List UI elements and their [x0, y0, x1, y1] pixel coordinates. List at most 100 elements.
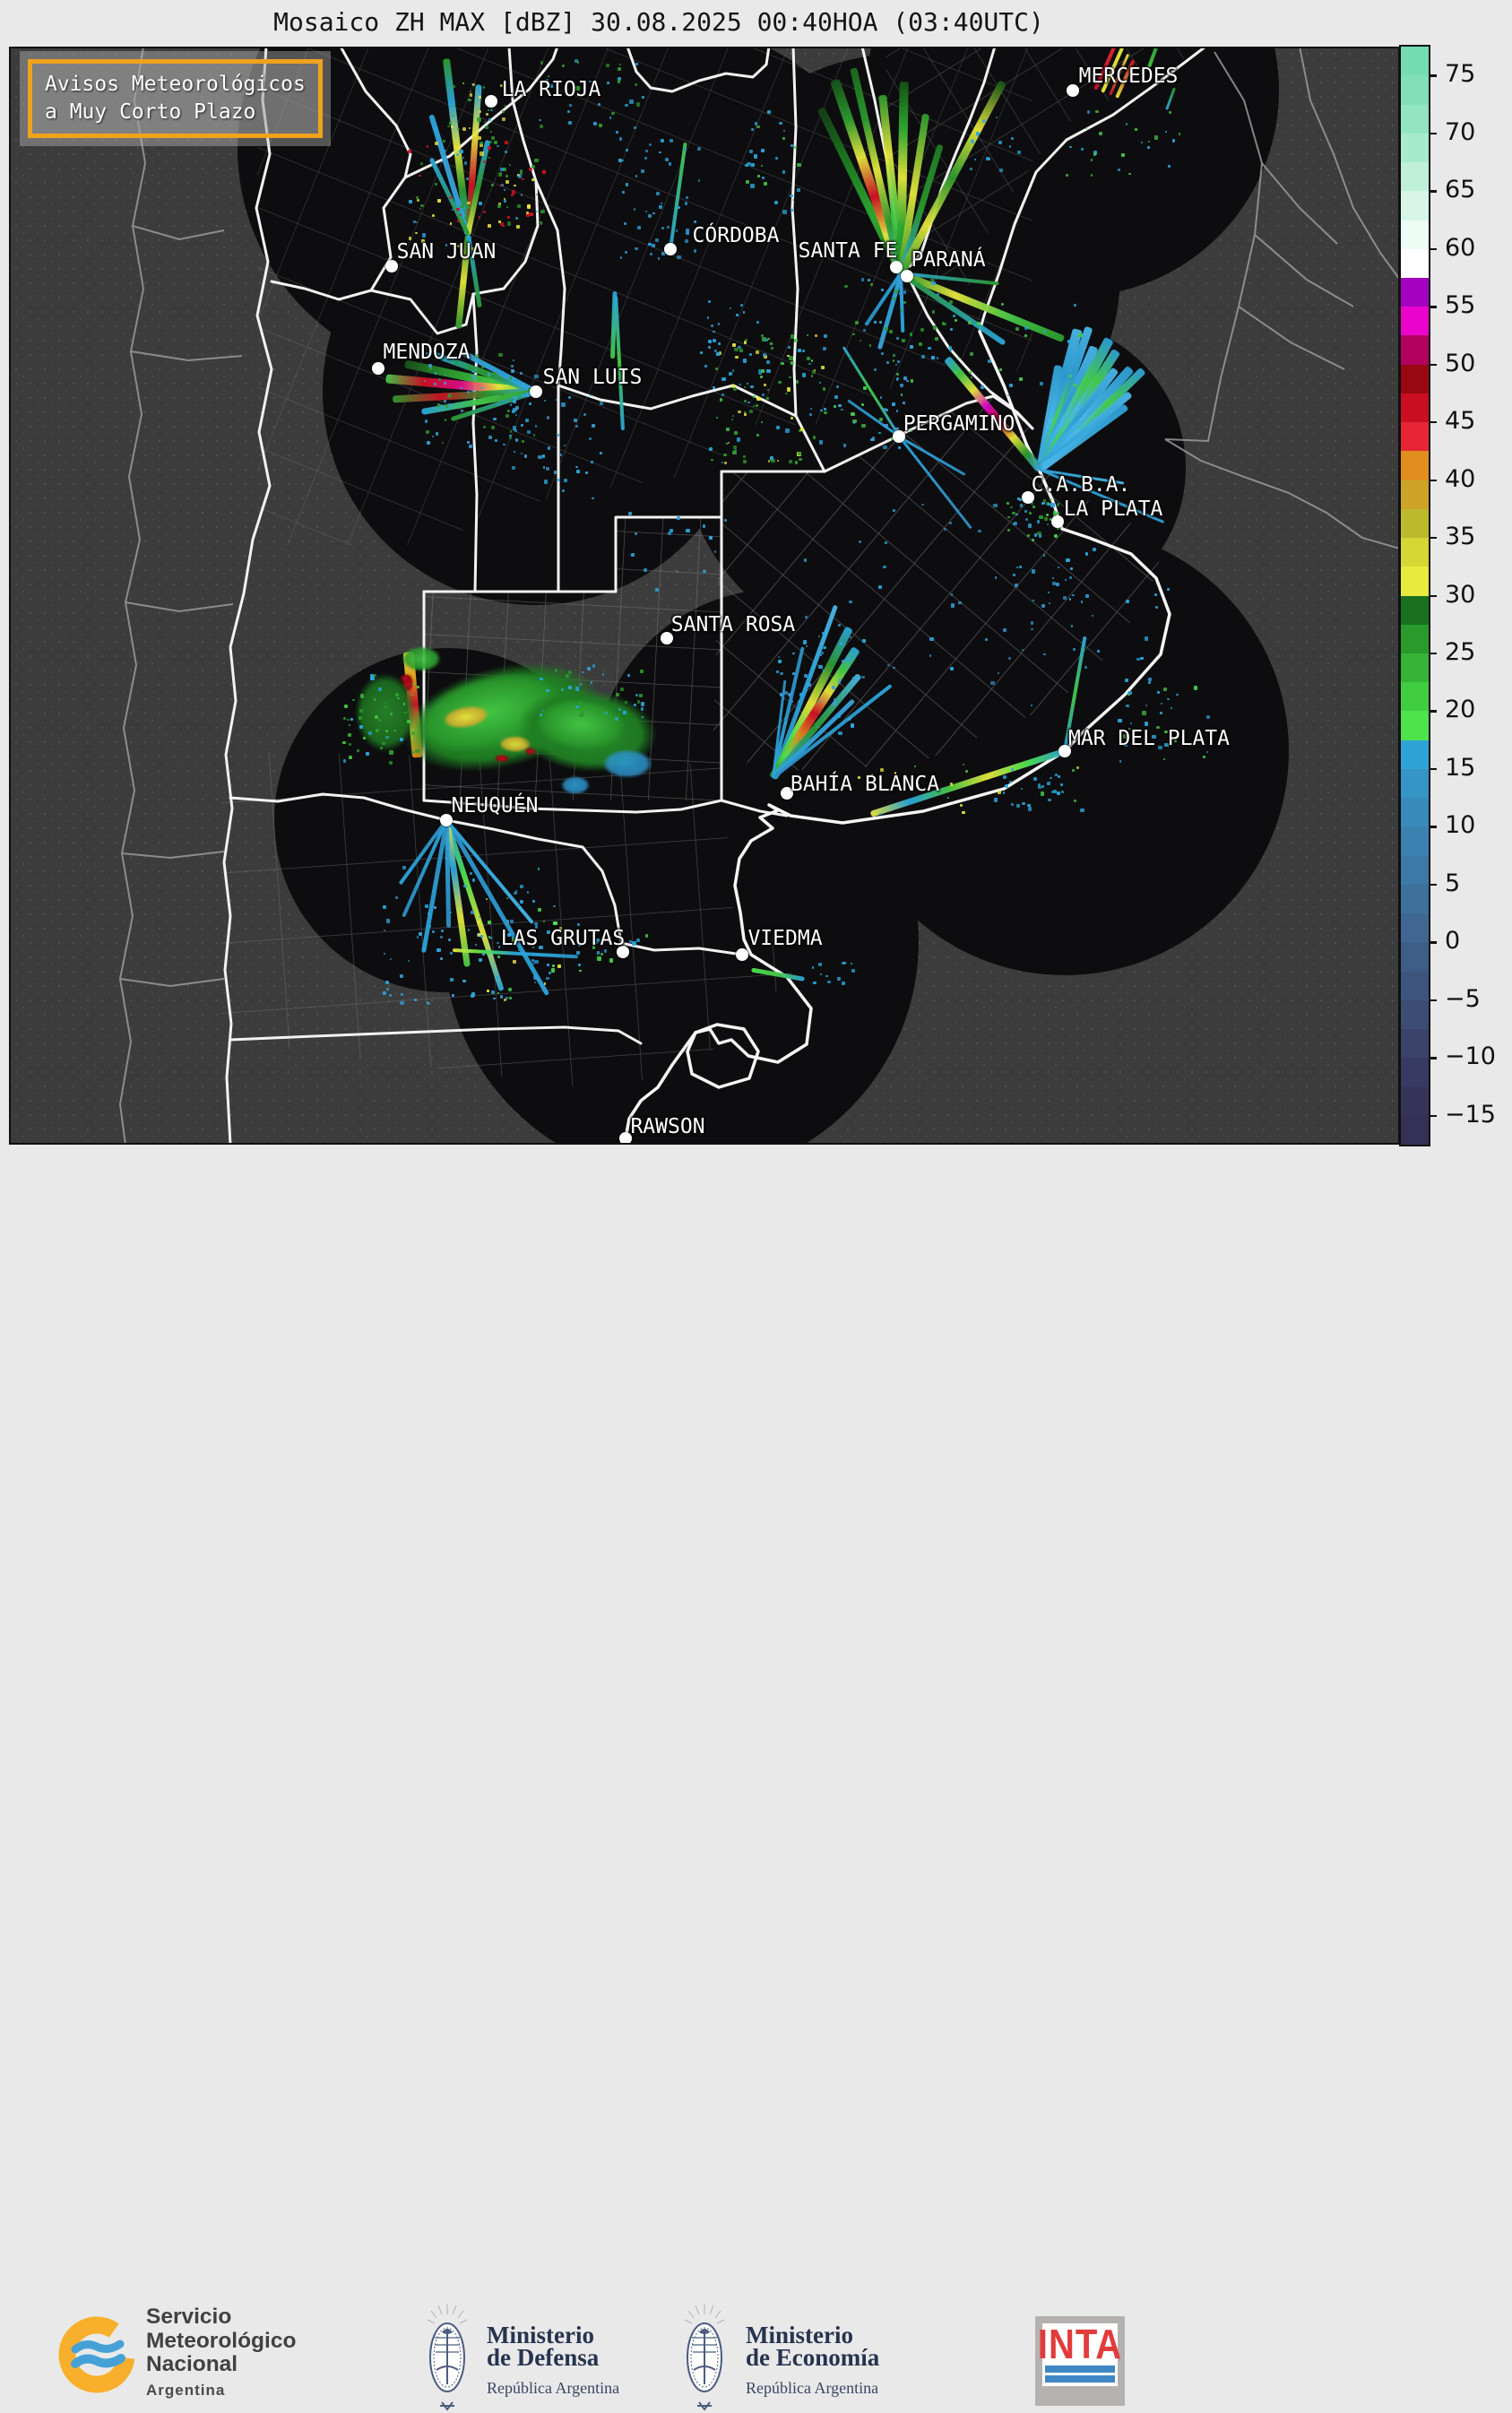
colorbar-segment — [1401, 104, 1429, 134]
colorbar-segment — [1401, 971, 1429, 1000]
colorbar-segment — [1401, 711, 1429, 740]
colorbar-segment — [1401, 884, 1429, 914]
ministerio-economia-wordmark: Ministerio de Economía República Argenti… — [746, 2322, 879, 2400]
colorbar-segment — [1401, 739, 1429, 769]
colorbar-tick-label: 15 — [1445, 753, 1476, 782]
city-label: VIEDMA — [747, 927, 823, 950]
colorbar-tick-label: 0 — [1445, 927, 1461, 956]
defensa-sub: República Argentina — [487, 2379, 620, 2397]
colorbar-tick — [1429, 132, 1437, 135]
city-label: LA PLATA — [1063, 497, 1163, 521]
city-dot — [664, 243, 677, 255]
warning-legend-line1: Avisos Meteorológicos — [45, 73, 306, 96]
colorbar-segment — [1401, 913, 1429, 943]
city-dot — [890, 261, 903, 273]
colorbar-segment — [1401, 133, 1429, 163]
colorbar-segment — [1401, 248, 1429, 278]
inta-logo-inner: INTA — [1038, 2323, 1121, 2386]
footer-logos: Servicio Meteorológico Nacional Argentin… — [0, 1145, 1512, 2411]
colorbar-tick — [1429, 594, 1437, 597]
colorbar-segment — [1401, 277, 1429, 307]
colorbar-segment — [1401, 1115, 1429, 1145]
colorbar-tick — [1429, 421, 1437, 424]
colorbar-tick — [1429, 999, 1437, 1002]
colorbar-segment — [1401, 307, 1429, 336]
colorbar-segment — [1401, 798, 1429, 827]
colorbar-tick-label: 20 — [1445, 696, 1476, 724]
colorbar-tick-label: 50 — [1445, 349, 1476, 377]
colorbar-tick — [1429, 767, 1437, 771]
colorbar-segment — [1401, 855, 1429, 885]
city-label: SANTA FE — [798, 239, 898, 263]
smn-wordmark: Servicio Meteorológico Nacional Argentin… — [146, 2305, 296, 2402]
colorbar-tick — [1429, 710, 1437, 713]
colorbar-segment — [1401, 47, 1429, 76]
inta-bar-1 — [1045, 2365, 1115, 2373]
colorbar-tick-label: 45 — [1445, 407, 1476, 436]
city-label: PERGAMINO — [903, 412, 1015, 436]
colorbar-tick — [1429, 1057, 1437, 1059]
colorbar-tick — [1429, 363, 1437, 366]
colorbar-segment — [1401, 1058, 1429, 1087]
colorbar-tick-label: 35 — [1445, 522, 1476, 550]
colorbar-tick-label: 10 — [1445, 811, 1476, 840]
colorbar-segment — [1401, 162, 1429, 192]
colorbar-segment — [1401, 566, 1429, 596]
warning-legend: Avisos Meteorológicos a Muy Corto Plazo — [20, 51, 331, 146]
colorbar-tick-label: 70 — [1445, 117, 1476, 146]
colorbar-tick — [1429, 826, 1437, 828]
colorbar-tick — [1429, 883, 1437, 886]
inta-logo: INTA — [1035, 2316, 1125, 2406]
city-dot — [901, 270, 913, 282]
city-label: MENDOZA — [383, 341, 471, 364]
city-dot — [485, 95, 497, 108]
city-marker-layer: LA RIOJA MERCEDES SAN JUAN CÓRDOBA SANTA FE P… — [9, 47, 1400, 1145]
smn-line3: Nacional — [146, 2352, 238, 2376]
colorbar-segment — [1401, 653, 1429, 683]
colorbar-segment — [1401, 768, 1429, 799]
defensa-line1: Ministerio — [487, 2322, 594, 2348]
warning-legend-text: Avisos Meteorológicos a Muy Corto Plazo — [28, 59, 323, 138]
colorbar-tick — [1429, 74, 1437, 77]
coat-of-arms-economia-icon — [684, 2304, 725, 2411]
colorbar-tick-label: 40 — [1445, 464, 1476, 493]
smn-logo-icon — [58, 2316, 135, 2393]
smn-line2: Meteorológico — [146, 2328, 297, 2353]
colorbar-tick-label: −10 — [1445, 1042, 1496, 1071]
economia-sub: República Argentina — [746, 2379, 879, 2397]
smn-line1: Servicio — [146, 2305, 232, 2329]
city-dot — [372, 362, 384, 375]
colorbar-tick — [1429, 306, 1437, 308]
colorbar-segment — [1401, 595, 1429, 625]
city-label: NEUQUÉN — [451, 794, 539, 817]
city-label: SAN LUIS — [542, 366, 643, 389]
colorbar-segment — [1401, 422, 1429, 452]
colorbar-segment — [1401, 538, 1429, 567]
city-label: BAHÍA BLANCA — [790, 773, 940, 796]
city-label: C.A.B.A. — [1031, 473, 1131, 497]
colorbar-segment — [1401, 999, 1429, 1030]
colorbar-tick — [1429, 652, 1437, 655]
city-dot — [736, 948, 748, 961]
city-dot — [1067, 84, 1079, 97]
colorbar-tick-label: 25 — [1445, 637, 1476, 666]
defensa-line2: de Defensa — [487, 2344, 600, 2371]
colorbar-segment — [1401, 942, 1429, 972]
city-label: LAS GRUTAS — [500, 927, 626, 950]
colorbar-segment — [1401, 451, 1429, 480]
city-label: PARANÁ — [911, 248, 986, 272]
page-title: Mosaico ZH MAX [dBZ] 30.08.2025 00:40HOA… — [273, 7, 1044, 37]
colorbar-tick-label: 75 — [1445, 60, 1476, 89]
city-label: MERCEDES — [1078, 65, 1179, 88]
colorbar-tick — [1429, 1114, 1437, 1118]
ministerio-defensa-wordmark: Ministerio de Defensa República Argentin… — [487, 2322, 620, 2400]
economia-line1: Ministerio — [746, 2322, 853, 2348]
colorbar-segment — [1401, 364, 1429, 394]
inta-wordmark: INTA — [1037, 2322, 1123, 2368]
colorbar-tick — [1429, 247, 1437, 251]
colorbar-segment — [1401, 826, 1429, 856]
smn-line4: Argentina — [146, 2381, 226, 2399]
colorbar-segment — [1401, 191, 1429, 221]
colorbar — [1399, 45, 1430, 1146]
colorbar-segment — [1401, 1086, 1429, 1116]
